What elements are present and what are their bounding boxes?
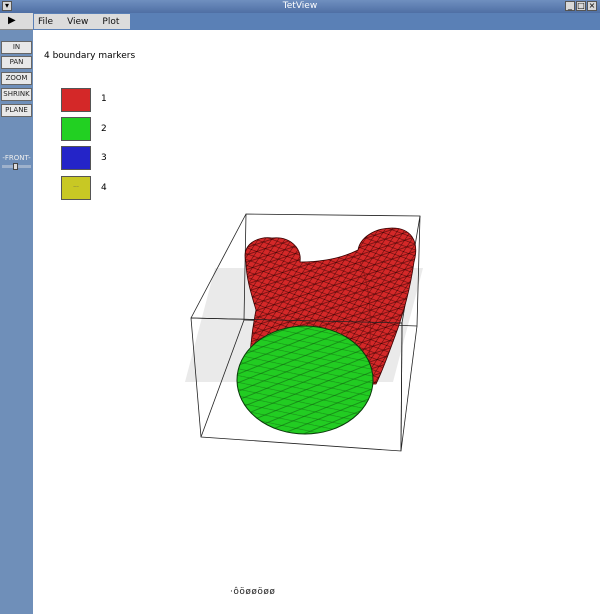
green-cap — [236, 325, 374, 435]
mesh-viewport[interactable] — [0, 0, 600, 614]
status-text: ·ôöøøöøø — [230, 587, 276, 597]
